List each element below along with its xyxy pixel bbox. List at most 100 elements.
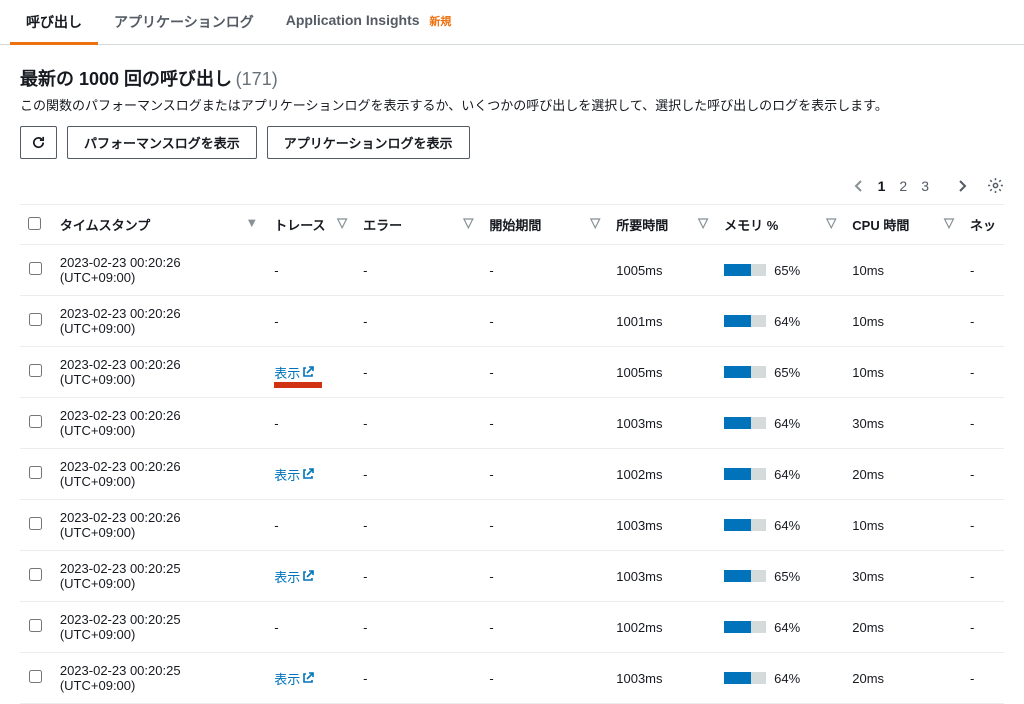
settings-button[interactable]	[981, 177, 1004, 194]
cell-network: -	[962, 653, 1004, 704]
cell-trace: -	[266, 500, 355, 551]
cell-start: -	[481, 500, 608, 551]
select-all-checkbox[interactable]	[28, 217, 41, 230]
memory-value: 64%	[774, 467, 800, 482]
cell-memory: 64%	[716, 653, 844, 704]
trace-link[interactable]: 表示	[274, 465, 314, 484]
cell-cpu: 20ms	[844, 602, 962, 653]
cell-start: -	[481, 296, 608, 347]
memory-bar	[724, 366, 766, 378]
page-next[interactable]	[957, 179, 967, 193]
cell-trace: -	[266, 296, 355, 347]
external-link-icon	[302, 672, 314, 684]
col-timestamp[interactable]: タイムスタンプ▼	[52, 205, 266, 245]
cell-duration: 1003ms	[608, 500, 716, 551]
tab-app-logs[interactable]: アプリケーションログ	[98, 0, 270, 44]
table-row: 2023-02-23 00:20:25 (UTC+09:00)---1002ms…	[20, 602, 1004, 653]
table-row: 2023-02-23 00:20:26 (UTC+09:00)---1001ms…	[20, 296, 1004, 347]
cell-error: -	[355, 449, 481, 500]
col-duration[interactable]: 所要時間▽	[608, 205, 716, 245]
cell-trace: -	[266, 602, 355, 653]
cell-cpu: 10ms	[844, 500, 962, 551]
memory-bar	[724, 264, 766, 276]
new-badge: 新規	[429, 16, 451, 28]
perf-logs-button[interactable]: パフォーマンスログを表示	[67, 126, 257, 159]
col-start[interactable]: 開始期間▽	[481, 205, 608, 245]
row-checkbox[interactable]	[29, 313, 42, 326]
external-link-icon	[302, 366, 314, 378]
caret-down-icon: ▽	[698, 215, 708, 231]
page-3[interactable]: 3	[921, 178, 929, 194]
page-prev[interactable]	[854, 179, 864, 193]
row-checkbox[interactable]	[29, 568, 42, 581]
cell-network: -	[962, 551, 1004, 602]
row-checkbox[interactable]	[29, 364, 42, 377]
table-row: 2023-02-23 00:20:26 (UTC+09:00)---1003ms…	[20, 500, 1004, 551]
page-title-count: (171)	[236, 69, 278, 89]
caret-down-icon: ▼	[245, 215, 258, 230]
tab-invocations[interactable]: 呼び出し	[10, 0, 98, 44]
cell-start: -	[481, 347, 608, 398]
cell-memory: 64%	[716, 296, 844, 347]
row-checkbox[interactable]	[29, 517, 42, 530]
cell-error: -	[355, 551, 481, 602]
cell-memory: 64%	[716, 500, 844, 551]
memory-bar	[724, 519, 766, 531]
caret-down-icon: ▽	[463, 215, 473, 231]
memory-bar	[724, 468, 766, 480]
col-cpu[interactable]: CPU 時間▽	[844, 205, 962, 245]
cell-timestamp: 2023-02-23 00:20:26 (UTC+09:00)	[52, 398, 266, 449]
chevron-left-icon	[854, 179, 864, 193]
cell-network: -	[962, 449, 1004, 500]
memory-bar	[724, 672, 766, 684]
col-select-all[interactable]	[20, 205, 52, 245]
external-link-icon	[302, 570, 314, 582]
col-network[interactable]: ネッ	[962, 205, 1004, 245]
cell-cpu: 10ms	[844, 245, 962, 296]
col-error[interactable]: エラー▽	[355, 205, 481, 245]
row-checkbox[interactable]	[29, 466, 42, 479]
cell-cpu: 30ms	[844, 398, 962, 449]
row-checkbox[interactable]	[29, 415, 42, 428]
cell-duration: 1003ms	[608, 551, 716, 602]
app-logs-button[interactable]: アプリケーションログを表示	[267, 126, 470, 159]
trace-link[interactable]: 表示	[274, 567, 314, 586]
cell-trace: 表示	[266, 551, 355, 602]
cell-duration: 1003ms	[608, 653, 716, 704]
memory-value: 64%	[774, 620, 800, 635]
cell-error: -	[355, 602, 481, 653]
memory-bar	[724, 315, 766, 327]
cell-trace: 表示	[266, 347, 355, 398]
memory-value: 65%	[774, 569, 800, 584]
cell-network: -	[962, 296, 1004, 347]
external-link-icon	[302, 468, 314, 480]
page-1[interactable]: 1	[878, 178, 886, 194]
cell-trace: 表示	[266, 449, 355, 500]
trace-link[interactable]: 表示	[274, 669, 314, 688]
cell-duration: 1002ms	[608, 602, 716, 653]
table-row: 2023-02-23 00:20:26 (UTC+09:00)---1005ms…	[20, 245, 1004, 296]
tabs: 呼び出し アプリケーションログ Application Insights 新規	[0, 0, 1024, 45]
table-row: 2023-02-23 00:20:25 (UTC+09:00)表示 --1003…	[20, 551, 1004, 602]
page-2[interactable]: 2	[899, 178, 907, 194]
cell-timestamp: 2023-02-23 00:20:25 (UTC+09:00)	[52, 602, 266, 653]
tab-insights[interactable]: Application Insights 新規	[270, 0, 468, 44]
memory-value: 64%	[774, 671, 800, 686]
pagination: 123	[20, 171, 1004, 204]
cell-error: -	[355, 500, 481, 551]
cell-start: -	[481, 653, 608, 704]
cell-memory: 65%	[716, 551, 844, 602]
cell-cpu: 20ms	[844, 653, 962, 704]
cell-duration: 1002ms	[608, 449, 716, 500]
trace-link[interactable]: 表示	[274, 363, 314, 382]
page-title-row: 最新の 1000 回の呼び出し (171)	[20, 65, 1004, 91]
row-checkbox[interactable]	[29, 262, 42, 275]
row-checkbox[interactable]	[29, 619, 42, 632]
table-row: 2023-02-23 00:20:26 (UTC+09:00)---1003ms…	[20, 398, 1004, 449]
cell-timestamp: 2023-02-23 00:20:26 (UTC+09:00)	[52, 296, 266, 347]
row-checkbox[interactable]	[29, 670, 42, 683]
cell-memory: 64%	[716, 602, 844, 653]
col-trace[interactable]: トレース▽	[266, 205, 355, 245]
col-memory[interactable]: メモリ %▽	[716, 205, 844, 245]
refresh-button[interactable]	[20, 126, 57, 159]
